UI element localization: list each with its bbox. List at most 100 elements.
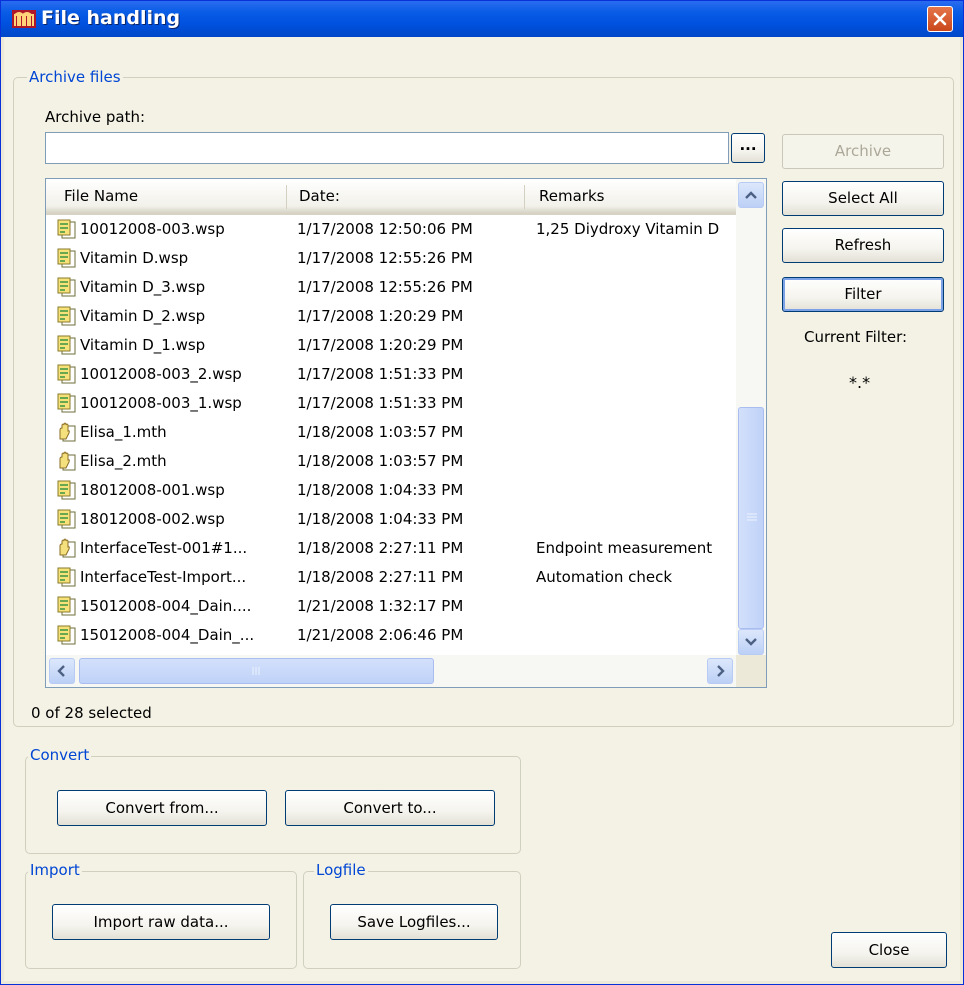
scrollbar-corner	[736, 655, 766, 687]
horizontal-scroll-thumb[interactable]	[79, 658, 434, 684]
table-row[interactable]: InterfaceTest-001#1... 1/18/2008 2:27:11 …	[46, 534, 736, 563]
archive-path-label: Archive path:	[45, 108, 146, 126]
wsp-file-icon	[56, 624, 78, 646]
archive-files-legend: Archive files	[27, 68, 123, 86]
table-row[interactable]: Vitamin D_2.wsp 1/17/2008 1:20:29 PM	[46, 302, 736, 331]
scroll-right-button[interactable]	[707, 658, 733, 684]
mth-file-icon	[56, 421, 78, 443]
date-cell: 1/18/2008 1:03:57 PM	[297, 452, 464, 470]
file-name-cell: 15012008-004_Dain....	[80, 597, 252, 615]
table-row[interactable]: Elisa_1.mth 1/18/2008 1:03:57 PM	[46, 418, 736, 447]
wsp-file-icon	[56, 305, 78, 327]
save-logfiles-button[interactable]: Save Logfiles...	[330, 904, 498, 940]
save-logfiles-button-label: Save Logfiles...	[357, 913, 471, 931]
select-all-button[interactable]: Select All	[782, 181, 944, 216]
date-cell: 1/17/2008 12:55:26 PM	[297, 249, 473, 267]
filter-button-label: Filter	[844, 285, 882, 303]
scroll-left-button[interactable]	[49, 658, 75, 684]
date-cell: 1/18/2008 2:27:11 PM	[297, 568, 464, 586]
file-name-cell: 18012008-002.wsp	[80, 510, 225, 528]
refresh-button[interactable]: Refresh	[782, 228, 944, 263]
date-cell: 1/18/2008 1:03:57 PM	[297, 423, 464, 441]
archive-button[interactable]: Archive	[782, 134, 944, 169]
title-bar[interactable]: File handling	[1, 1, 963, 37]
wsp-file-icon	[56, 508, 78, 530]
archive-button-label: Archive	[834, 142, 892, 160]
wsp-file-icon	[56, 276, 78, 298]
filter-button[interactable]: Filter	[782, 277, 944, 312]
scroll-up-button[interactable]	[738, 182, 764, 208]
grip-icon	[747, 513, 757, 521]
table-row[interactable]: Vitamin D_3.wsp 1/17/2008 12:55:26 PM	[46, 273, 736, 302]
date-cell: 1/18/2008 1:04:33 PM	[297, 481, 464, 499]
refresh-button-label: Refresh	[834, 236, 892, 254]
table-row[interactable]: 15012008-004_Dain_... 1/21/2008 2:06:46 P…	[46, 621, 736, 650]
grip-icon	[252, 667, 260, 675]
browse-button[interactable]: ...	[731, 133, 765, 163]
column-separator[interactable]	[286, 185, 287, 209]
wsp-file-icon	[56, 595, 78, 617]
table-row[interactable]: Vitamin D.wsp 1/17/2008 12:55:26 PM	[46, 244, 736, 273]
column-header-file-name[interactable]: File Name	[64, 187, 138, 205]
mth-file-icon	[56, 537, 78, 559]
convert-legend: Convert	[28, 746, 92, 764]
convert-from-button[interactable]: Convert from...	[57, 790, 267, 826]
file-name-cell: 10012008-003.wsp	[80, 220, 225, 238]
window-close-button[interactable]	[927, 6, 953, 32]
close-button-label: Close	[868, 941, 910, 959]
convert-to-button[interactable]: Convert to...	[285, 790, 495, 826]
column-header-remarks[interactable]: Remarks	[539, 187, 604, 205]
file-name-cell: Vitamin D_2.wsp	[80, 307, 206, 325]
column-header-date[interactable]: Date:	[299, 187, 340, 205]
file-name-cell: 10012008-003_1.wsp	[80, 394, 242, 412]
table-row[interactable]: 18012008-002.wsp 1/18/2008 1:04:33 PM	[46, 505, 736, 534]
dialog-body: Archive files Archive path: ... Archive …	[4, 37, 960, 981]
chevron-left-icon	[57, 665, 65, 677]
date-cell: 1/17/2008 12:55:26 PM	[297, 278, 473, 296]
wsp-file-icon	[56, 218, 78, 240]
import-legend: Import	[28, 861, 82, 879]
table-row[interactable]: Vitamin D_1.wsp 1/17/2008 1:20:29 PM	[46, 331, 736, 360]
file-name-cell: InterfaceTest-Import...	[80, 568, 247, 586]
table-row[interactable]: Elisa_2.mth 1/18/2008 1:03:57 PM	[46, 447, 736, 476]
table-row[interactable]: 10012008-003.wsp 1/17/2008 12:50:06 PM 1,2…	[46, 215, 736, 244]
file-name-cell: 15012008-004_Dain_...	[80, 626, 255, 644]
vertical-scrollbar[interactable]	[736, 179, 766, 655]
close-button[interactable]: Close	[831, 932, 947, 968]
wsp-file-icon	[56, 566, 78, 588]
wsp-file-icon	[56, 363, 78, 385]
vertical-scroll-thumb[interactable]	[738, 407, 764, 629]
date-cell: 1/21/2008 2:06:46 PM	[297, 626, 464, 644]
table-row[interactable]: 15012008-004_Dain.... 1/21/2008 1:32:17 P…	[46, 592, 736, 621]
scroll-down-button[interactable]	[738, 629, 764, 655]
column-separator[interactable]	[524, 185, 525, 209]
remarks-cell: Endpoint measurement	[536, 539, 713, 557]
chevron-up-icon	[745, 191, 757, 199]
file-name-cell: Vitamin D_3.wsp	[80, 278, 206, 296]
file-name-cell: 10012008-003_2.wsp	[80, 365, 242, 383]
remarks-cell: Automation check	[536, 568, 673, 586]
file-name-cell: Vitamin D_1.wsp	[80, 336, 206, 354]
table-row[interactable]: 18012008-001.wsp 1/18/2008 1:04:33 PM	[46, 476, 736, 505]
file-name-cell: Elisa_1.mth	[80, 423, 167, 441]
wsp-file-icon	[56, 334, 78, 356]
file-name-cell: Vitamin D.wsp	[80, 249, 189, 267]
table-row[interactable]: 10012008-003_2.wsp 1/17/2008 1:51:33 PM	[46, 360, 736, 389]
archive-path-input[interactable]	[45, 132, 729, 164]
import-raw-data-button-label: Import raw data...	[93, 913, 229, 931]
import-raw-data-button[interactable]: Import raw data...	[52, 904, 270, 940]
date-cell: 1/18/2008 2:27:11 PM	[297, 539, 464, 557]
window-title: File handling	[41, 7, 181, 29]
current-filter-value: *.*	[849, 373, 871, 392]
app-logo-icon	[12, 10, 36, 28]
wsp-file-icon	[56, 392, 78, 414]
date-cell: 1/17/2008 1:51:33 PM	[297, 365, 464, 383]
file-name-cell: InterfaceTest-001#1...	[80, 539, 248, 557]
file-name-cell: 18012008-001.wsp	[80, 481, 225, 499]
table-row[interactable]: InterfaceTest-Import... 1/18/2008 2:27:11…	[46, 563, 736, 592]
horizontal-scrollbar[interactable]	[46, 655, 736, 687]
file-list[interactable]: File Name Date: Remarks 10012008-003.wsp…	[45, 178, 767, 688]
table-row[interactable]: 10012008-003_1.wsp 1/17/2008 1:51:33 PM	[46, 389, 736, 418]
date-cell: 1/17/2008 1:20:29 PM	[297, 336, 464, 354]
date-cell: 1/21/2008 1:32:17 PM	[297, 597, 464, 615]
